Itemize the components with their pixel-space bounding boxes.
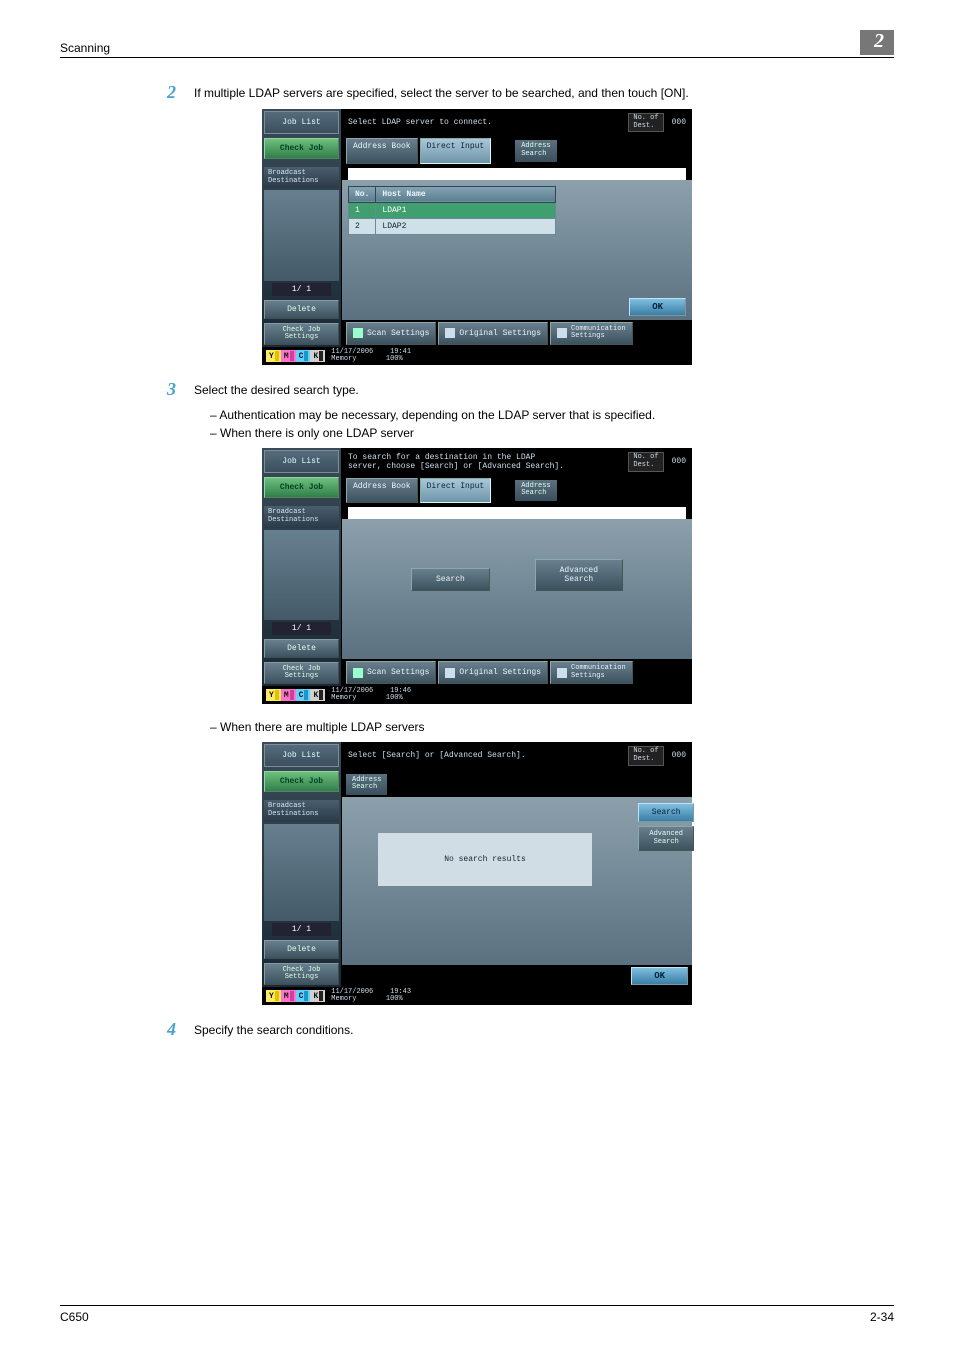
dest-count-label: No. of Dest. (628, 746, 663, 765)
check-job-settings-button[interactable]: Check Job Settings (264, 662, 339, 684)
original-settings-tab[interactable]: Original Settings (438, 322, 548, 345)
search-input-bar[interactable] (348, 168, 686, 180)
pager: 1/ 1 (272, 622, 331, 635)
step-3: 3 Select the desired search type. (160, 379, 894, 400)
th-host: Host Name (376, 186, 556, 202)
dest-count-value: 000 (672, 118, 686, 127)
ok-button[interactable]: OK (629, 298, 686, 316)
delete-button[interactable]: Delete (264, 639, 339, 658)
delete-button[interactable]: Delete (264, 940, 339, 959)
tab-address-search[interactable]: Address Search (515, 480, 556, 501)
section-title: Scanning (60, 41, 110, 55)
ok-button[interactable]: OK (631, 967, 688, 985)
screenshot-multi-ldap: Job List Check Job Broadcast Destination… (262, 742, 692, 1005)
original-icon (445, 328, 455, 338)
advanced-search-button[interactable]: Advanced Search (638, 826, 694, 851)
page-header: Scanning 2 (60, 30, 894, 58)
message-text: To search for a destination in the LDAP … (348, 453, 564, 471)
tab-address-book[interactable]: Address Book (346, 478, 418, 503)
ldap-server-table: No.Host Name 1LDAP1 2LDAP2 (348, 186, 556, 235)
check-job-button[interactable]: Check Job (264, 477, 339, 498)
pager: 1/ 1 (272, 283, 331, 296)
original-icon (445, 668, 455, 678)
scan-icon (353, 668, 363, 678)
screenshot-ldap-select: Job List Check Job Broadcast Destination… (262, 109, 692, 365)
status-datetime: 11/17/2006 19:43 Memory 100% (331, 989, 411, 1003)
broadcast-label: Broadcast Destinations (264, 167, 339, 188)
step-number: 2 (160, 82, 176, 103)
search-button[interactable]: Search (411, 568, 490, 591)
step-text: Specify the search conditions. (194, 1019, 353, 1040)
tab-job-list[interactable]: Job List (264, 111, 339, 134)
step-4: 4 Specify the search conditions. (160, 1019, 894, 1040)
status-datetime: 11/17/2006 19:46 Memory 100% (331, 688, 411, 702)
page-footer: C650 2-34 (60, 1305, 894, 1324)
substep: When there is only one LDAP server (210, 424, 894, 442)
message-text: Select [Search] or [Advanced Search]. (348, 751, 526, 760)
chapter-number: 2 (860, 30, 894, 55)
toner-levels: Y M C K (266, 989, 325, 1003)
check-job-settings-button[interactable]: Check Job Settings (264, 963, 339, 985)
scan-settings-tab[interactable]: Scan Settings (346, 322, 436, 345)
message-text: Select LDAP server to connect. (348, 118, 492, 127)
comm-settings-tab[interactable]: Communication Settings (550, 661, 633, 684)
scan-settings-tab[interactable]: Scan Settings (346, 661, 436, 684)
original-settings-tab[interactable]: Original Settings (438, 661, 548, 684)
scan-icon (353, 328, 363, 338)
search-input-bar[interactable] (348, 507, 686, 519)
tab-job-list[interactable]: Job List (264, 450, 339, 473)
footer-model: C650 (60, 1310, 89, 1324)
table-row[interactable]: 1LDAP1 (349, 202, 556, 218)
step-text: Select the desired search type. (194, 379, 359, 400)
tab-job-list[interactable]: Job List (264, 744, 339, 767)
no-results-label: No search results (378, 833, 592, 886)
step-text: If multiple LDAP servers are specified, … (194, 82, 689, 103)
comm-icon (557, 668, 567, 678)
delete-button[interactable]: Delete (264, 300, 339, 319)
check-job-button[interactable]: Check Job (264, 771, 339, 792)
check-job-button[interactable]: Check Job (264, 138, 339, 159)
tab-address-book[interactable]: Address Book (346, 138, 418, 163)
advanced-search-button[interactable]: Advanced Search (535, 559, 623, 591)
check-job-settings-button[interactable]: Check Job Settings (264, 323, 339, 345)
tab-address-search[interactable]: Address Search (515, 140, 556, 161)
th-no: No. (349, 186, 376, 202)
screenshot-single-ldap: Job List Check Job Broadcast Destination… (262, 448, 692, 704)
broadcast-label: Broadcast Destinations (264, 506, 339, 527)
tab-address-search[interactable]: Address Search (346, 774, 387, 795)
step-2: 2 If multiple LDAP servers are specified… (160, 82, 894, 103)
status-datetime: 11/17/2006 19:41 Memory 100% (331, 349, 411, 363)
comm-settings-tab[interactable]: Communication Settings (550, 322, 633, 345)
footer-page: 2-34 (870, 1310, 894, 1324)
tab-direct-input[interactable]: Direct Input (420, 478, 492, 503)
dest-count-value: 000 (672, 457, 686, 466)
step-number: 4 (160, 1019, 176, 1040)
substep: Authentication may be necessary, dependi… (210, 406, 894, 424)
toner-levels: Y M C K (266, 349, 325, 363)
table-row[interactable]: 2LDAP2 (349, 218, 556, 234)
step-number: 3 (160, 379, 176, 400)
broadcast-label: Broadcast Destinations (264, 800, 339, 821)
toner-levels: Y M C K (266, 688, 325, 702)
substep: When there are multiple LDAP servers (210, 718, 894, 736)
dest-count-label: No. of Dest. (628, 452, 663, 471)
search-button[interactable]: Search (638, 803, 694, 822)
pager: 1/ 1 (272, 923, 331, 936)
dest-count-value: 000 (672, 751, 686, 760)
tab-direct-input[interactable]: Direct Input (420, 138, 492, 163)
comm-icon (557, 328, 567, 338)
dest-count-label: No. of Dest. (628, 113, 663, 132)
